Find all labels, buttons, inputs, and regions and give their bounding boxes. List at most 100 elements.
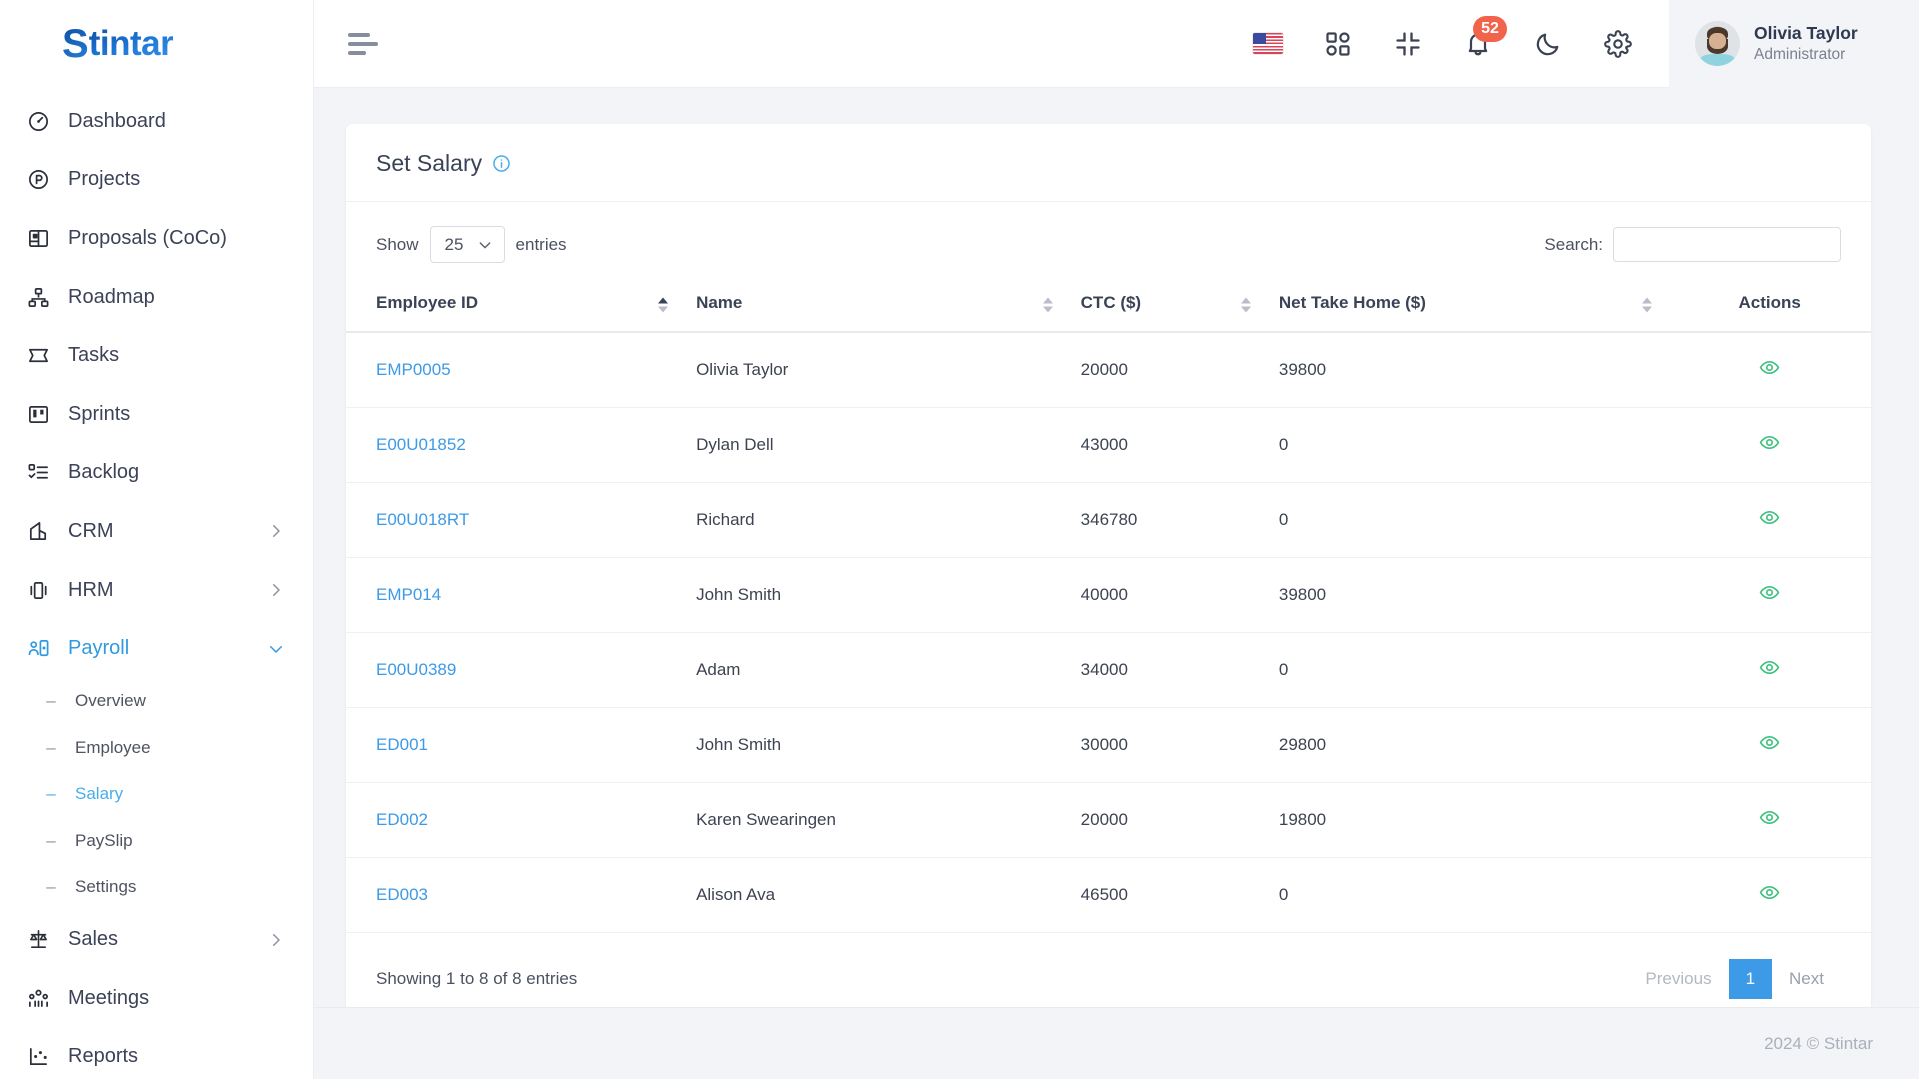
sidebar-item-label: Projects <box>68 168 141 191</box>
cell-name: Alison Ava <box>684 857 1069 933</box>
sidebar-subitem-overview[interactable]: – Overview <box>0 678 313 725</box>
sidebar-item-label: Sales <box>68 928 119 951</box>
sidebar-item-sprints[interactable]: Sprints <box>0 385 313 444</box>
sidebar-item-proposals[interactable]: Proposals (CoCo) <box>0 209 313 268</box>
sidebar-item-label: Payroll <box>68 637 130 660</box>
sidebar-item-label: Reports <box>68 1045 139 1068</box>
sidebar-item-roadmap[interactable]: Roadmap <box>0 268 313 327</box>
column-header-employee-id[interactable]: Employee ID <box>346 279 685 333</box>
view-icon[interactable] <box>1759 882 1780 903</box>
menu-toggle[interactable] <box>348 28 382 60</box>
employee-id-link[interactable]: E00U018RT <box>376 510 469 529</box>
employee-id-link[interactable]: E00U0389 <box>376 660 456 679</box>
user-profile-menu[interactable]: Olivia Taylor Administrator <box>1669 0 1919 88</box>
column-header-net-take-home[interactable]: Net Take Home ($) <box>1266 279 1669 333</box>
settings-gear-icon[interactable] <box>1603 29 1633 59</box>
table-row: EMP014 John Smith 40000 39800 <box>346 557 1871 633</box>
view-icon[interactable] <box>1759 582 1780 603</box>
cell-net-take-home: 29800 <box>1266 707 1669 783</box>
sidebar-item-reports[interactable]: Reports <box>0 1028 313 1079</box>
cell-employee-id: EMP0005 <box>346 332 685 408</box>
sidebar-item-hrm[interactable]: HRM <box>0 561 313 620</box>
search-control: Search: <box>1544 227 1841 262</box>
sidebar-subitem-label: Settings <box>75 877 137 897</box>
cell-ctc: 30000 <box>1068 707 1267 783</box>
sidebar-item-label: Tasks <box>68 344 120 367</box>
sidebar-subitem-salary[interactable]: – Salary <box>0 771 313 818</box>
cell-ctc: 34000 <box>1068 632 1267 708</box>
view-icon[interactable] <box>1759 357 1780 378</box>
sidebar-subitem-settings[interactable]: – Settings <box>0 864 313 911</box>
view-icon[interactable] <box>1759 507 1780 528</box>
pagination-next[interactable]: Next <box>1772 959 1841 999</box>
apps-grid-icon[interactable] <box>1323 29 1353 59</box>
payroll-icon <box>26 636 51 661</box>
sidebar-subitem-label: Employee <box>75 737 151 757</box>
view-icon[interactable] <box>1759 432 1780 453</box>
cell-actions <box>1668 482 1871 558</box>
cell-net-take-home: 0 <box>1266 632 1669 708</box>
view-icon[interactable] <box>1759 732 1780 753</box>
sidebar-subitem-label: Salary <box>75 784 124 804</box>
copyright-text: 2024 © Stintar <box>1764 1033 1873 1053</box>
sidebar-item-payroll[interactable]: Payroll <box>0 619 313 678</box>
hrm-icon <box>26 578 51 603</box>
cell-name: Olivia Taylor <box>684 332 1069 408</box>
backlog-icon <box>26 460 51 485</box>
employee-id-link[interactable]: ED001 <box>376 735 428 754</box>
table-controls: Show 25 entries Search: <box>346 202 1871 279</box>
search-input[interactable] <box>1613 227 1841 262</box>
sidebar-item-tasks[interactable]: Tasks <box>0 326 313 385</box>
cell-ctc: 20000 <box>1068 332 1267 408</box>
sidebar-item-sales[interactable]: Sales <box>0 910 313 969</box>
chevron-down-icon <box>267 640 285 658</box>
notifications-bell[interactable]: 52 <box>1463 15 1507 59</box>
pagination-page-1[interactable]: 1 <box>1728 959 1773 999</box>
sidebar-item-label: HRM <box>68 578 114 601</box>
language-selector[interactable] <box>1253 29 1283 59</box>
show-label: Show <box>376 234 419 254</box>
dark-mode-moon-icon[interactable] <box>1533 29 1563 59</box>
employee-id-link[interactable]: E00U01852 <box>376 435 466 454</box>
sidebar-item-label: Dashboard <box>68 109 166 132</box>
cell-actions <box>1668 632 1871 708</box>
cell-employee-id: E00U0389 <box>346 632 685 708</box>
cell-ctc: 346780 <box>1068 482 1267 558</box>
employee-id-link[interactable]: EMP014 <box>376 585 441 604</box>
cell-name: Adam <box>684 632 1069 708</box>
sidebar-subitem-payslip[interactable]: – PaySlip <box>0 817 313 864</box>
reports-icon <box>26 1044 51 1069</box>
info-circle-icon[interactable] <box>492 154 511 173</box>
logo-s-mark: S <box>62 21 89 66</box>
table-row: E00U0389 Adam 34000 0 <box>346 632 1871 708</box>
column-header-name[interactable]: Name <box>684 279 1069 333</box>
sidebar-subitem-label: PaySlip <box>75 830 133 850</box>
entries-per-page-select[interactable]: 25 <box>429 226 505 263</box>
sidebar-item-projects[interactable]: Projects <box>0 151 313 210</box>
chevron-right-icon <box>267 581 285 599</box>
table-row: E00U01852 Dylan Dell 43000 0 <box>346 407 1871 483</box>
cell-ctc: 20000 <box>1068 782 1267 858</box>
logo-wordmark: tintar <box>88 24 174 63</box>
employee-id-link[interactable]: ED002 <box>376 810 428 829</box>
pagination-previous[interactable]: Previous <box>1628 959 1728 999</box>
sidebar-subitem-employee[interactable]: – Employee <box>0 724 313 771</box>
employee-id-link[interactable]: ED003 <box>376 885 428 904</box>
view-icon[interactable] <box>1759 657 1780 678</box>
employee-id-link[interactable]: EMP0005 <box>376 360 451 379</box>
sidebar-item-backlog[interactable]: Backlog <box>0 444 313 503</box>
column-header-ctc[interactable]: CTC ($) <box>1068 279 1267 333</box>
sidebar-item-crm[interactable]: CRM <box>0 502 313 561</box>
sprint-icon <box>26 402 51 427</box>
chevron-right-icon <box>267 931 285 949</box>
fullscreen-compress-icon[interactable] <box>1393 29 1423 59</box>
meetings-icon <box>26 986 51 1011</box>
dash-icon: – <box>46 737 56 757</box>
sidebar-item-meetings[interactable]: Meetings <box>0 969 313 1028</box>
crm-icon <box>26 519 51 544</box>
cell-actions <box>1668 407 1871 483</box>
brand-logo[interactable]: Stintar <box>0 0 313 88</box>
view-icon[interactable] <box>1759 807 1780 828</box>
main-content: Set Salary Show 25 entries Search: Emplo… <box>314 88 1919 1007</box>
sidebar-item-dashboard[interactable]: Dashboard <box>0 92 313 151</box>
